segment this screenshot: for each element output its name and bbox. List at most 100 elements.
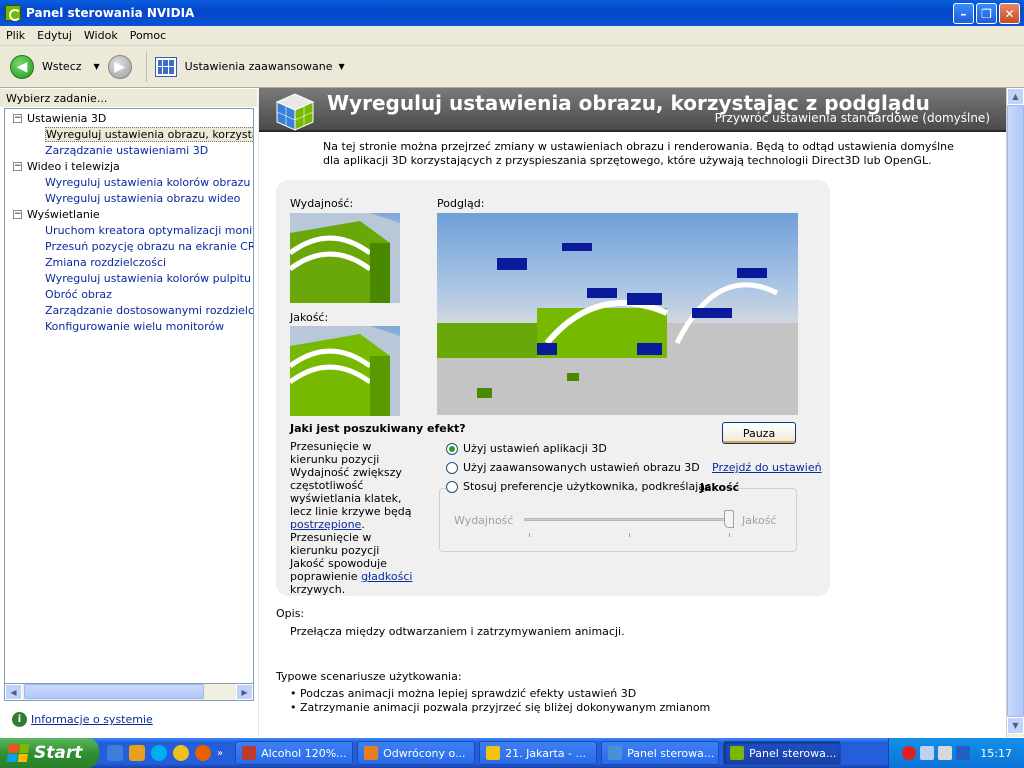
- tree-item-multi-monitor[interactable]: Konfigurowanie wielu monitorów: [5, 319, 253, 335]
- windows-flag-icon: [6, 744, 30, 762]
- minimize-button[interactable]: –: [953, 3, 974, 24]
- tree-section-3d-settings[interactable]: − Ustawienia 3D: [5, 111, 253, 127]
- quality-thumbnail: [290, 326, 400, 416]
- tree-item-adjust-image-preview[interactable]: Wyreguluj ustawienia obrazu, korzystając…: [5, 127, 253, 143]
- page-banner: Wyreguluj ustawienia obrazu, korzystając…: [259, 88, 1006, 132]
- quality-label: Jakość:: [290, 311, 329, 324]
- scroll-down-icon[interactable]: ▼: [1007, 717, 1024, 734]
- menu-help[interactable]: Pomoc: [124, 29, 172, 42]
- scroll-thumb[interactable]: [1007, 105, 1024, 717]
- system-info-link[interactable]: Informacje o systemie: [31, 713, 153, 726]
- preview-panel: Wydajność: Jakość: Podgląd: Pauza Jaki j…: [276, 180, 830, 596]
- pause-button[interactable]: Pauza: [722, 422, 796, 444]
- slider-tick: [729, 533, 730, 537]
- tree-horizontal-scrollbar[interactable]: ◀ ▶: [4, 684, 254, 701]
- slider-max-label: Jakość: [742, 514, 777, 527]
- toolbar-separator: [145, 51, 147, 82]
- collapse-icon[interactable]: −: [13, 210, 22, 219]
- security-icon[interactable]: [956, 746, 971, 760]
- quality-slider-thumb[interactable]: [724, 510, 734, 528]
- task-nvidia-panel[interactable]: Panel sterowa...: [723, 741, 842, 765]
- maximize-button[interactable]: ❐: [976, 3, 997, 24]
- scroll-thumb[interactable]: [24, 684, 204, 699]
- quality-help-text: Przesunięcie w kierunku pozycji Jakość s…: [290, 531, 413, 596]
- task-alcohol[interactable]: Alcohol 120%...: [235, 741, 354, 765]
- close-button[interactable]: ✕: [999, 3, 1020, 24]
- usage-heading: Typowe scenariusze użytkowania:: [276, 670, 462, 683]
- collapse-icon[interactable]: −: [13, 162, 22, 171]
- performance-thumbnail: [290, 213, 400, 303]
- option-user-preference[interactable]: Stosuj preferencje użytkownika, podkreśl…: [446, 480, 719, 493]
- restore-defaults-link[interactable]: Przywróć ustawienia standardowe (domyśln…: [715, 111, 990, 125]
- go-to-settings-link[interactable]: Przejdź do ustawień: [712, 461, 822, 474]
- option-app-settings[interactable]: Użyj ustawień aplikacji 3D: [446, 442, 607, 455]
- menu-file[interactable]: Plik: [0, 29, 31, 42]
- tree-item-video-color[interactable]: Wyreguluj ustawienia kolorów obrazu wide…: [5, 175, 253, 191]
- tree-section-video-tv[interactable]: − Wideo i telewizja: [5, 159, 253, 175]
- radio-user-preference[interactable]: [446, 480, 458, 493]
- advanced-settings-icon[interactable]: [154, 56, 177, 77]
- tree-item-custom-resolutions[interactable]: Zarządzanie dostosowanymi rozdzielczości…: [5, 303, 253, 319]
- quick-launch-more-icon[interactable]: »: [217, 748, 223, 759]
- collapse-icon[interactable]: −: [13, 114, 22, 123]
- forward-arrow-icon[interactable]: ▶: [107, 54, 132, 79]
- toolbar: ◀ Wstecz ▼ ▶ Ustawienia zaawansowane ▼: [0, 46, 1024, 88]
- advanced-settings-button[interactable]: Ustawienia zaawansowane: [185, 60, 333, 73]
- slider-tick: [629, 533, 630, 537]
- messenger-icon[interactable]: [173, 745, 189, 761]
- radio-advanced-settings[interactable]: [446, 461, 458, 474]
- 3d-cube-icon: [275, 93, 315, 131]
- tree-item-rotate[interactable]: Obróć obraz: [5, 287, 253, 303]
- tree-item-monitor-wizard[interactable]: Uruchom kreatora optymalizacji monitorów: [5, 223, 253, 239]
- tree-item-video-image[interactable]: Wyreguluj ustawienia obrazu wideo: [5, 191, 253, 207]
- performance-help-text: Przesunięcie w kierunku pozycji Wydajnoś…: [290, 440, 412, 531]
- task-tree: − Ustawienia 3D Wyreguluj ustawienia obr…: [4, 108, 254, 684]
- firefox-icon[interactable]: [195, 745, 211, 761]
- skype-icon[interactable]: [151, 745, 167, 761]
- tree-section-display[interactable]: − Wyświetlanie: [5, 207, 253, 223]
- back-arrow-icon[interactable]: ◀: [10, 54, 34, 79]
- winamp-icon[interactable]: [129, 745, 145, 761]
- radio-app-settings[interactable]: [446, 442, 458, 455]
- task-pane-header: Wybierz zadanie...: [0, 89, 258, 107]
- start-button[interactable]: Start: [0, 738, 99, 768]
- quick-launch: »: [99, 745, 231, 761]
- performance-label: Wydajność:: [290, 197, 354, 210]
- info-icon: i: [12, 712, 27, 727]
- back-button-label[interactable]: Wstecz: [42, 60, 82, 73]
- intro-text: Na tej stronie można przejrzeć zmiany w …: [323, 140, 954, 167]
- task-firefox[interactable]: Odwrócony o...: [357, 741, 476, 765]
- system-tray: 15:17: [888, 738, 1024, 768]
- nvidia-app-icon: [5, 5, 21, 21]
- scroll-right-icon[interactable]: ▶: [236, 684, 253, 700]
- slider-min-label: Wydajność: [454, 514, 514, 527]
- back-dropdown-icon[interactable]: ▼: [94, 62, 100, 71]
- tree-item-resolution[interactable]: Zmiana rozdzielczości: [5, 255, 253, 271]
- scroll-left-icon[interactable]: ◀: [5, 684, 22, 700]
- clock[interactable]: 15:17: [980, 747, 1012, 760]
- speaker-icon[interactable]: [938, 746, 953, 760]
- tree-item-desktop-color[interactable]: Wyreguluj ustawienia kolorów pulpitu: [5, 271, 253, 287]
- main-content: Wyreguluj ustawienia obrazu, korzystając…: [259, 88, 1006, 737]
- option-advanced-settings[interactable]: Użyj zaawansowanych ustawień obrazu 3D: [446, 461, 700, 474]
- preview-label: Podgląd:: [437, 197, 485, 210]
- description-heading: Opis:: [276, 607, 305, 620]
- menu-view[interactable]: Widok: [78, 29, 124, 42]
- advanced-dropdown-icon[interactable]: ▼: [339, 62, 345, 71]
- jagged-glossary-link[interactable]: postrzępione: [290, 518, 361, 531]
- network-icon[interactable]: [920, 746, 935, 760]
- main-vertical-scrollbar[interactable]: ▲ ▼: [1006, 88, 1024, 737]
- menu-edit[interactable]: Edytuj: [31, 29, 78, 42]
- taskbar: Start » Alcohol 120%... Odwrócony o... 2…: [0, 738, 1024, 768]
- menu-bar: Plik Edytuj Widok Pomoc: [0, 26, 1024, 46]
- title-bar[interactable]: Panel sterowania NVIDIA – ❐ ✕: [0, 0, 1024, 26]
- ie-icon[interactable]: [107, 745, 123, 761]
- tree-item-manage-3d[interactable]: Zarządzanie ustawieniami 3D: [5, 143, 253, 159]
- task-control-panel[interactable]: Panel sterowa...: [601, 741, 720, 765]
- task-winamp[interactable]: 21. Jakarta - ...: [479, 741, 598, 765]
- scroll-up-icon[interactable]: ▲: [1007, 88, 1024, 105]
- smoothness-glossary-link[interactable]: gładkości: [361, 570, 412, 583]
- tree-item-crt-position[interactable]: Przesuń pozycję obrazu na ekranie CRT: [5, 239, 253, 255]
- quality-slider-track[interactable]: [524, 518, 734, 521]
- alert-icon[interactable]: [902, 746, 917, 760]
